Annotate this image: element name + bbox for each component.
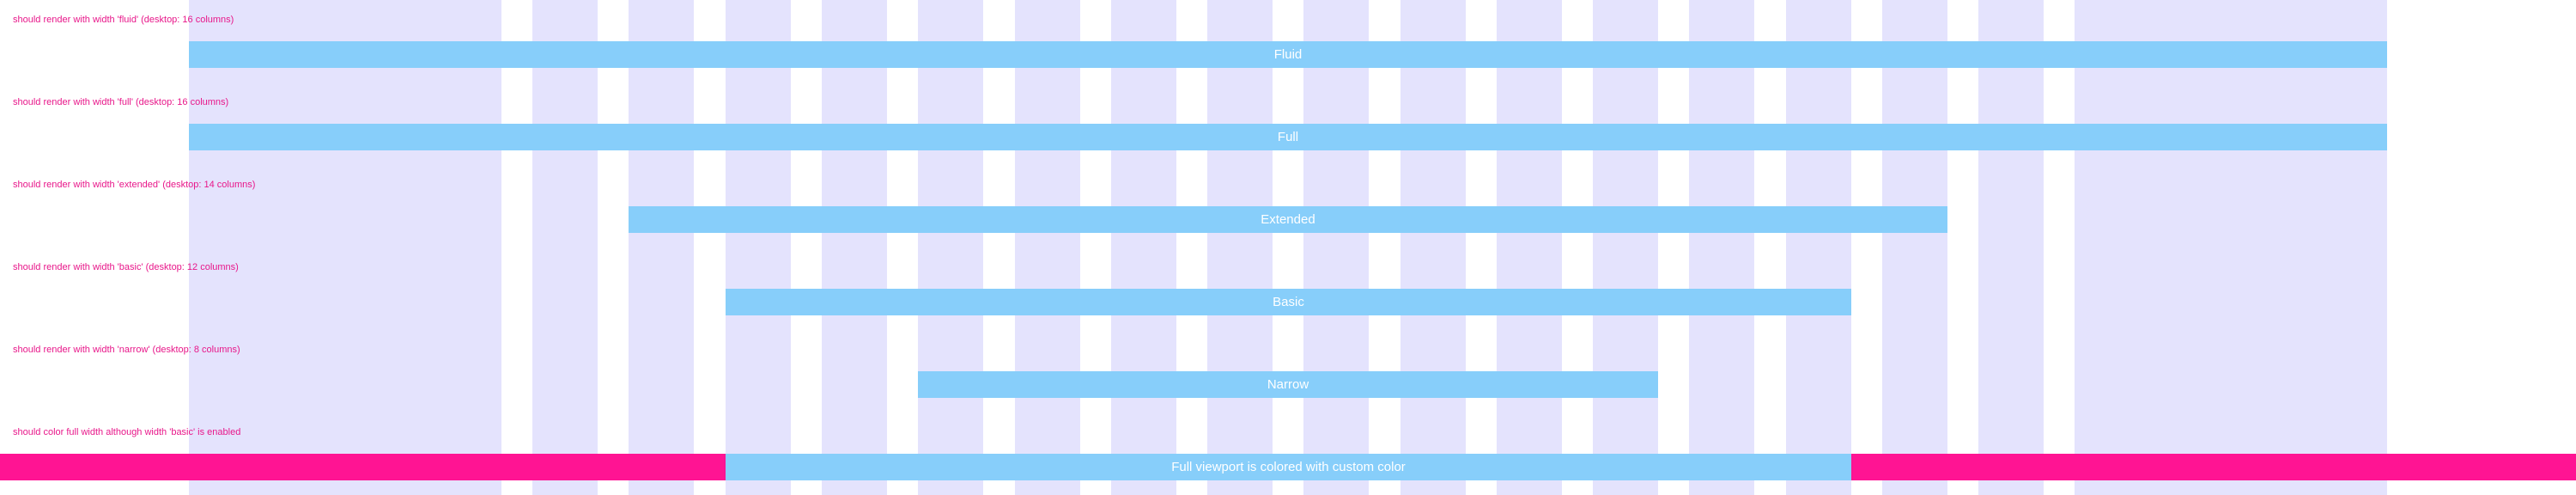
- grid-bar-custom-color: Full viewport is colored with custom col…: [726, 454, 1851, 480]
- story-title-narrow: should render with width 'narrow' (deskt…: [13, 345, 240, 355]
- grid-column: [189, 0, 501, 495]
- grid-bar-narrow: Narrow: [918, 371, 1658, 398]
- story-title-extended: should render with width 'extended' (des…: [13, 180, 256, 190]
- grid-column: [1786, 0, 1851, 495]
- grid-column: [1689, 0, 1754, 495]
- story-title-full: should render with width 'full' (desktop…: [13, 97, 229, 107]
- grid-column: [1882, 0, 1947, 495]
- grid-column: [726, 0, 791, 495]
- grid-column: [1303, 0, 1369, 495]
- grid-column: [1497, 0, 1562, 495]
- grid-overlay: [0, 0, 2576, 495]
- grid-column: [1978, 0, 2044, 495]
- story-title-basic: should render with width 'basic' (deskto…: [13, 262, 239, 272]
- grid-column: [629, 0, 694, 495]
- grid-column: [2075, 0, 2387, 495]
- grid-column: [1015, 0, 1080, 495]
- grid-bar-fluid: Fluid: [189, 41, 2387, 68]
- grid-column: [918, 0, 983, 495]
- grid-bar-full: Full: [189, 124, 2387, 150]
- grid-bar-basic: Basic: [726, 289, 1851, 315]
- story-title-custom-color: should color full width although width '…: [13, 427, 241, 437]
- grid-column: [1400, 0, 1466, 495]
- grid-column: [1593, 0, 1658, 495]
- story-title-fluid: should render with width 'fluid' (deskto…: [13, 15, 234, 25]
- grid-column: [1111, 0, 1176, 495]
- grid-column: [822, 0, 887, 495]
- grid-column: [532, 0, 598, 495]
- grid-bar-extended: Extended: [629, 206, 1947, 233]
- grid-column: [1207, 0, 1273, 495]
